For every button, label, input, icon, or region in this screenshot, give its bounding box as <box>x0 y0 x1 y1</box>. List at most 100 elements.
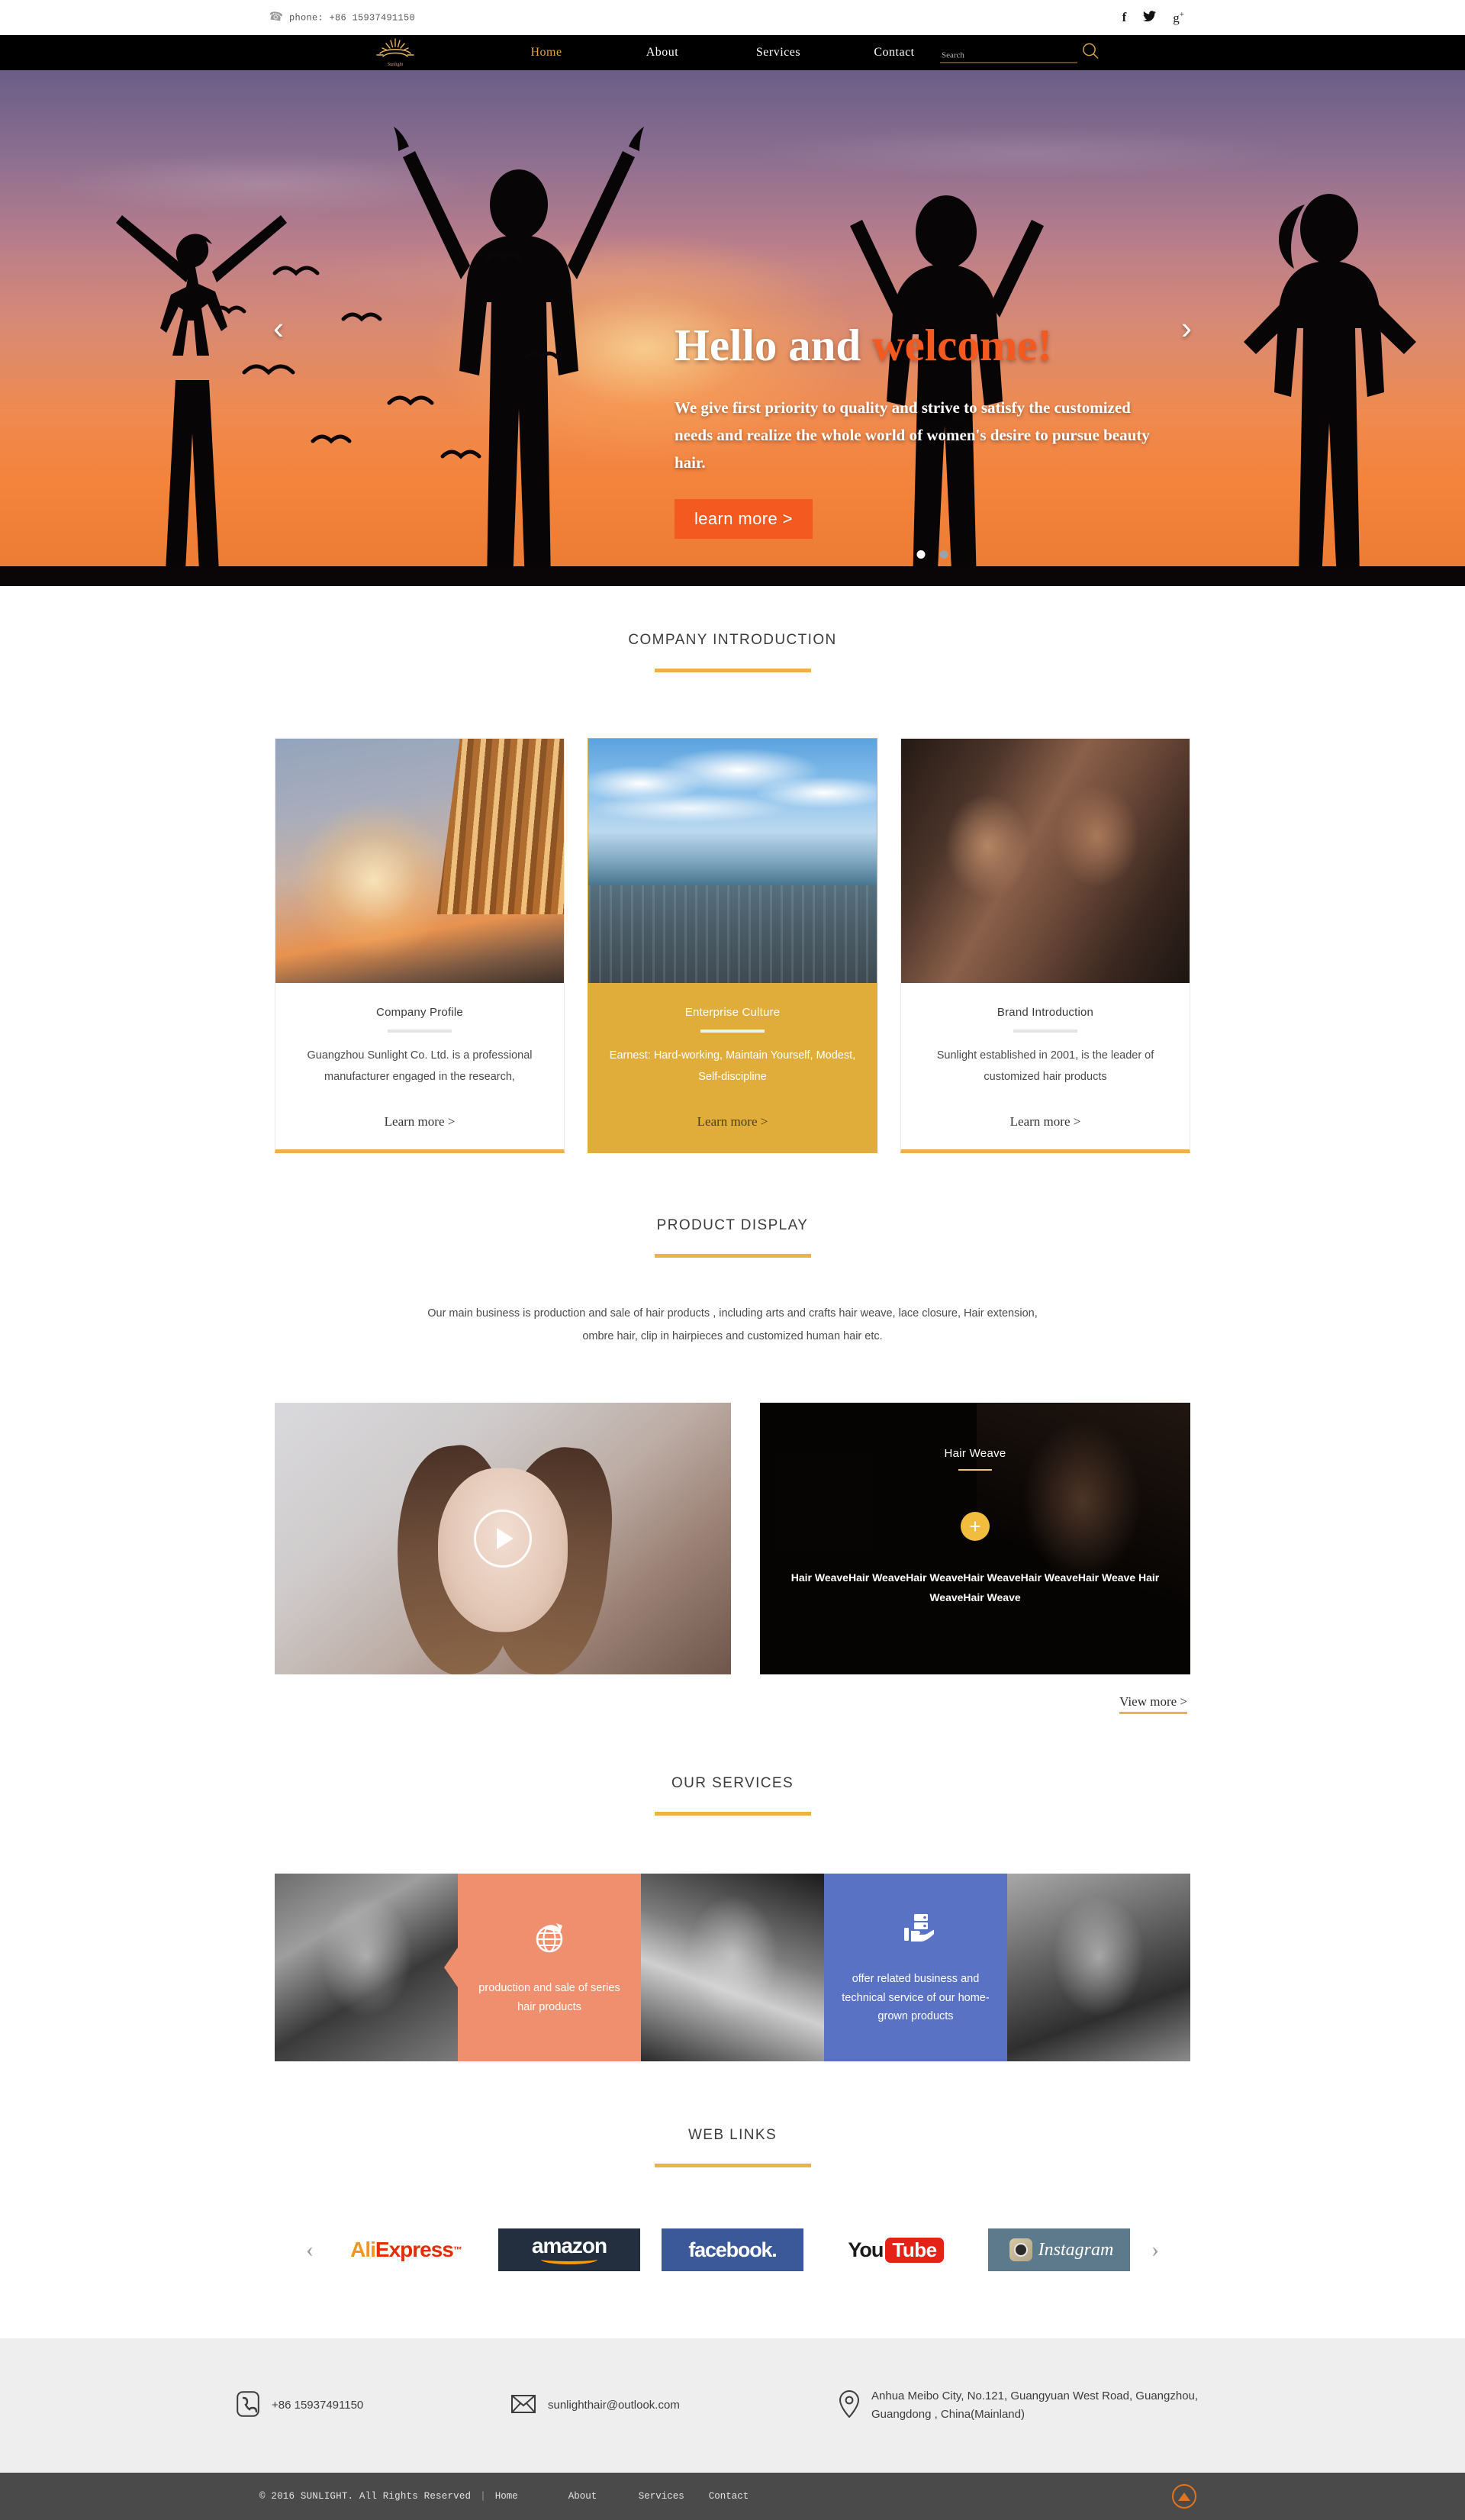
amazon-logo-text: amazon <box>531 2233 607 2257</box>
search-icon[interactable] <box>1082 43 1099 63</box>
footer-link-home[interactable]: Home <box>495 2491 518 2502</box>
footer-contact-inner: +86 15937491150 sunlighthair@outlook.com <box>237 2387 1228 2424</box>
services-heading: OUR SERVICES <box>671 1775 794 1792</box>
footer-link-services[interactable]: Services <box>639 2491 709 2502</box>
divider <box>388 1030 452 1033</box>
company-card-profile-learn-more[interactable]: Learn more > <box>275 1088 564 1149</box>
hero-silhouette-4 <box>1244 194 1416 580</box>
product-hairweave-text: Hair WeaveHair WeaveHair WeaveHair Weave… <box>790 1571 1160 1603</box>
product-heading-block: PRODUCT DISPLAY <box>0 1217 1465 1258</box>
company-card-profile-title: Company Profile <box>376 1006 463 1019</box>
footer-phone-item: +86 15937491150 <box>237 2391 511 2421</box>
weblinks-next-arrow[interactable]: › <box>1151 2238 1159 2261</box>
footer-phone-text: +86 15937491150 <box>272 2399 364 2412</box>
company-introduction-section: COMPANY INTRODUCTION Company Profile Gua… <box>0 586 1465 1153</box>
company-card-profile-image <box>275 739 564 983</box>
hero-dots <box>916 550 948 559</box>
product-display-section: PRODUCT DISPLAY Our main business is pro… <box>0 1153 1465 1715</box>
top-bar-phone-text: phone: +86 15937491150 <box>288 12 416 23</box>
hero-title-plain: Hello and <box>675 320 872 370</box>
hero-text-block: Hello and welcome! We give first priorit… <box>675 320 1163 540</box>
product-heading: PRODUCT DISPLAY <box>656 1216 809 1233</box>
main-navbar: Sunlight Home About Services Contact <box>0 35 1465 70</box>
facebook-logo[interactable]: facebook. <box>662 2228 803 2272</box>
footer-link-contact[interactable]: Contact <box>709 2491 779 2502</box>
hero-dot-2[interactable] <box>939 550 948 559</box>
divider <box>958 1469 992 1471</box>
product-description: Our main business is production and sale… <box>427 1307 1038 1342</box>
search-box <box>940 43 1099 63</box>
company-card-culture-learn-more[interactable]: Learn more > <box>588 1088 877 1149</box>
plus-icon[interactable]: + <box>961 1512 990 1542</box>
facebook-logo-text: facebook. <box>688 2238 777 2261</box>
hero-next-arrow[interactable]: › <box>1181 312 1192 344</box>
product-view-more-wrap: View more > <box>275 1694 1190 1715</box>
product-video-tile[interactable] <box>275 1403 731 1675</box>
nav-item-home[interactable]: Home <box>488 46 604 60</box>
company-card-profile-body: Company Profile Guangzhou Sunlight Co. L… <box>275 983 564 1088</box>
nav-item-contact[interactable]: Contact <box>836 46 952 60</box>
nav-item-services[interactable]: Services <box>720 46 836 60</box>
weblinks-heading-block: WEB LINKS <box>0 2127 1465 2168</box>
service-panel-production-text: production and sale of series hair produ… <box>478 1982 620 2013</box>
search-input[interactable] <box>940 50 1077 63</box>
footer-divider: | <box>480 2491 486 2502</box>
company-card-culture-title: Enterprise Culture <box>684 1006 781 1019</box>
site-logo[interactable]: Sunlight <box>375 37 415 69</box>
company-card-brand-body: Brand Introduction Sunlight established … <box>901 983 1190 1088</box>
twitter-icon[interactable] <box>1143 11 1157 24</box>
youtube-logo-part1: You <box>848 2238 884 2261</box>
company-card-culture[interactable]: Enterprise Culture Earnest: Hard-working… <box>588 738 877 1153</box>
top-bar-phone: ☎ phone: +86 15937491150 <box>268 10 416 24</box>
product-heading-rule <box>654 1253 811 1258</box>
product-view-more-link[interactable]: View more > <box>1119 1694 1187 1715</box>
company-card-profile-desc: Guangzhou Sunlight Co. Ltd. is a profess… <box>307 1049 533 1084</box>
aliexpress-logo-tm: ™ <box>452 2244 462 2256</box>
amazon-logo[interactable]: amazon <box>498 2228 640 2272</box>
product-hairweave-tile[interactable]: Hair Weave + Hair WeaveHair WeaveHair We… <box>760 1403 1190 1675</box>
hero-carousel: Hello and welcome! We give first priorit… <box>0 70 1465 586</box>
google-plus-icon[interactable]: g+ <box>1173 11 1184 24</box>
company-card-culture-image <box>588 739 877 983</box>
footer-contact-bar: +86 15937491150 sunlighthair@outlook.com <box>0 2338 1465 2473</box>
services-row: production and sale of series hair produ… <box>275 1874 1190 2062</box>
nav-item-about[interactable]: About <box>604 46 720 60</box>
instagram-logo-text: Instagram <box>1038 2239 1114 2260</box>
company-heading: COMPANY INTRODUCTION <box>628 632 837 648</box>
service-photo-1 <box>275 1874 458 2062</box>
aliexpress-logo[interactable]: Ali Express ™ <box>335 2228 477 2272</box>
hero-learn-more-button[interactable]: learn more > <box>675 499 813 540</box>
youtube-logo[interactable]: You Tube <box>825 2228 967 2272</box>
company-card-brand-title: Brand Introduction <box>997 1006 1094 1019</box>
divider <box>1013 1030 1077 1033</box>
amazon-smile-shape <box>541 2254 597 2265</box>
footer-mail-item: sunlighthair@outlook.com <box>511 2394 839 2417</box>
company-card-brand-learn-more[interactable]: Learn more > <box>901 1088 1190 1149</box>
location-icon <box>839 2389 860 2422</box>
company-card-brand[interactable]: Brand Introduction Sunlight established … <box>900 738 1190 1153</box>
service-panel-technical[interactable]: offer related business and technical ser… <box>824 1874 1021 2062</box>
service-panel-production[interactable]: production and sale of series hair produ… <box>444 1874 641 2062</box>
play-icon[interactable] <box>474 1510 532 1568</box>
facebook-icon[interactable]: f <box>1122 11 1127 24</box>
hand-service-icon <box>897 1909 935 1950</box>
aliexpress-logo-part1: Ali <box>350 2238 376 2262</box>
product-hairweave-content: Hair Weave + Hair WeaveHair WeaveHair We… <box>760 1403 1190 1674</box>
footer-address-item: Anhua Meibo City, No.121, Guangyuan West… <box>839 2387 1228 2424</box>
web-links-section: WEB LINKS ‹ Ali Express ™ amazon facebook.… <box>0 2061 1465 2272</box>
hero-dot-1[interactable] <box>916 550 926 559</box>
hero-subtitle: We give first priority to quality and st… <box>675 398 1150 472</box>
footer-link-about[interactable]: About <box>568 2491 639 2502</box>
weblinks-prev-arrow[interactable]: ‹ <box>306 2238 314 2261</box>
hero-prev-arrow[interactable]: ‹ <box>273 312 284 344</box>
footer-bottom-inner: © 2016 SUNLIGHT. All Rights Reserved | H… <box>259 2491 1206 2502</box>
phone-icon <box>237 2391 259 2421</box>
hero-title-accent: welcome! <box>872 320 1052 370</box>
instagram-logo[interactable]: Instagram <box>988 2228 1130 2272</box>
svg-text:Sunlight: Sunlight <box>388 63 404 67</box>
back-to-top-icon[interactable] <box>1172 2484 1196 2509</box>
services-heading-block: OUR SERVICES <box>0 1775 1465 1816</box>
hero-ground <box>0 566 1465 586</box>
footer-copyright: © 2016 SUNLIGHT. All Rights Reserved <box>259 2491 472 2502</box>
company-card-profile[interactable]: Company Profile Guangzhou Sunlight Co. L… <box>275 738 565 1153</box>
